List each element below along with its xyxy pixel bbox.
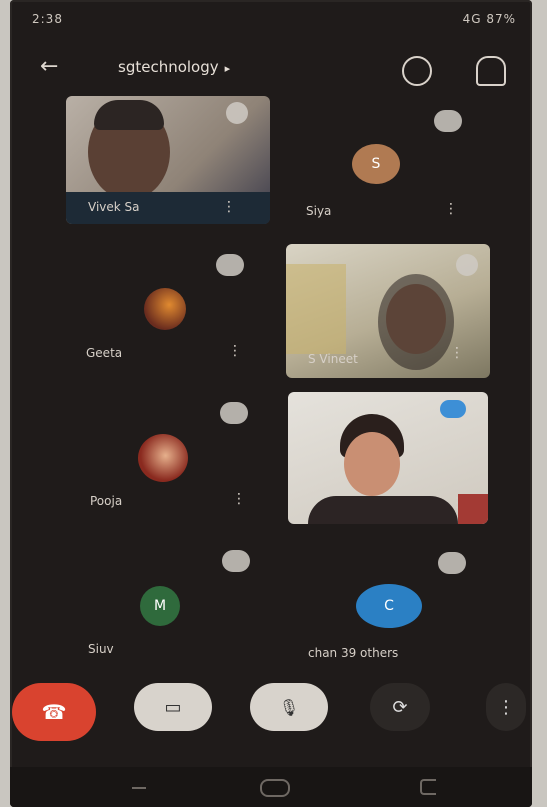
participant-avatar: M [140,586,180,626]
participant-name: chan 39 others [308,646,399,660]
participant-name: Siya [306,204,332,218]
more-options-icon[interactable]: ⋮ [450,496,464,510]
muted-mic-icon [220,402,248,424]
home-nav-icon[interactable] [260,779,290,797]
back-arrow-icon[interactable]: ← [40,54,58,79]
muted-mic-icon [434,110,462,132]
chat-icon: ▭ [164,696,182,718]
avatar-initial: M [153,598,167,614]
active-speaker-icon [440,400,466,418]
phone-hangup-icon: ☎ [41,700,67,724]
muted-mic-icon [222,550,250,572]
participant-hair [94,100,164,130]
status-indicators: 4G 87% [462,12,516,26]
title-caret-icon: ▸ [224,62,231,75]
participant-face [344,432,400,496]
participant-photo-avatar [138,434,188,482]
more-options-icon[interactable]: ⋮ [232,492,246,506]
status-bar: 2:38 4G 87% [10,0,532,36]
participant-name: S Vineet [308,352,358,366]
avatar-initial: C [384,598,394,614]
more-options-icon[interactable]: ⋮ [450,346,464,360]
meeting-title-text: sgtechnology [118,58,219,76]
muted-mic-icon [456,254,478,276]
audio-output-icon[interactable] [476,56,506,86]
muted-mic-icon [438,552,466,574]
participant-name: Geeta [86,346,123,360]
more-options-icon[interactable]: ⋮ [228,344,242,358]
chat-button[interactable]: ▭ [134,683,212,731]
meeting-title[interactable]: sgtechnology ▸ [118,58,230,76]
system-nav-bar [10,767,532,807]
status-time: 2:38 [32,12,63,26]
phone-screen: 2:38 4G 87% ← sgtechnology ▸ Vivek Sa ⋮ S… [10,0,532,807]
background-bookshelf [286,264,346,354]
camera-toggle-button[interactable]: ⟳ [370,683,430,731]
more-vertical-icon: ⋮ [497,696,515,718]
more-controls-button[interactable]: ⋮ [486,683,526,731]
avatar-initial: S [371,156,381,172]
mute-button[interactable]: 🎙 [250,683,328,731]
participant-name: Vivek Sa [88,200,140,214]
participant-shirt [308,496,458,524]
participant-avatar: S [352,144,400,184]
muted-mic-icon [216,254,244,276]
more-options-icon[interactable]: ⋮ [222,200,236,214]
mic-off-icon: 🎙 [278,697,300,717]
participant-hair [378,274,454,370]
muted-mic-icon [226,102,248,124]
participant-name: Pooja [90,494,123,508]
camera-off-icon: ⟳ [392,696,408,718]
recents-nav-icon[interactable] [132,787,146,789]
end-call-button[interactable]: ☎ [12,683,96,741]
back-nav-icon[interactable] [420,779,436,795]
participant-name: Siuv [88,642,114,656]
more-options-icon[interactable]: ⋮ [444,202,458,216]
switch-camera-icon[interactable] [402,56,432,86]
call-controls: ☎ ▭ 🎙 ⟳ ⋮ [10,683,532,749]
participant-avatar: C [356,584,422,628]
participant-photo-avatar [144,288,186,330]
call-header: ← sgtechnology ▸ [10,44,532,92]
